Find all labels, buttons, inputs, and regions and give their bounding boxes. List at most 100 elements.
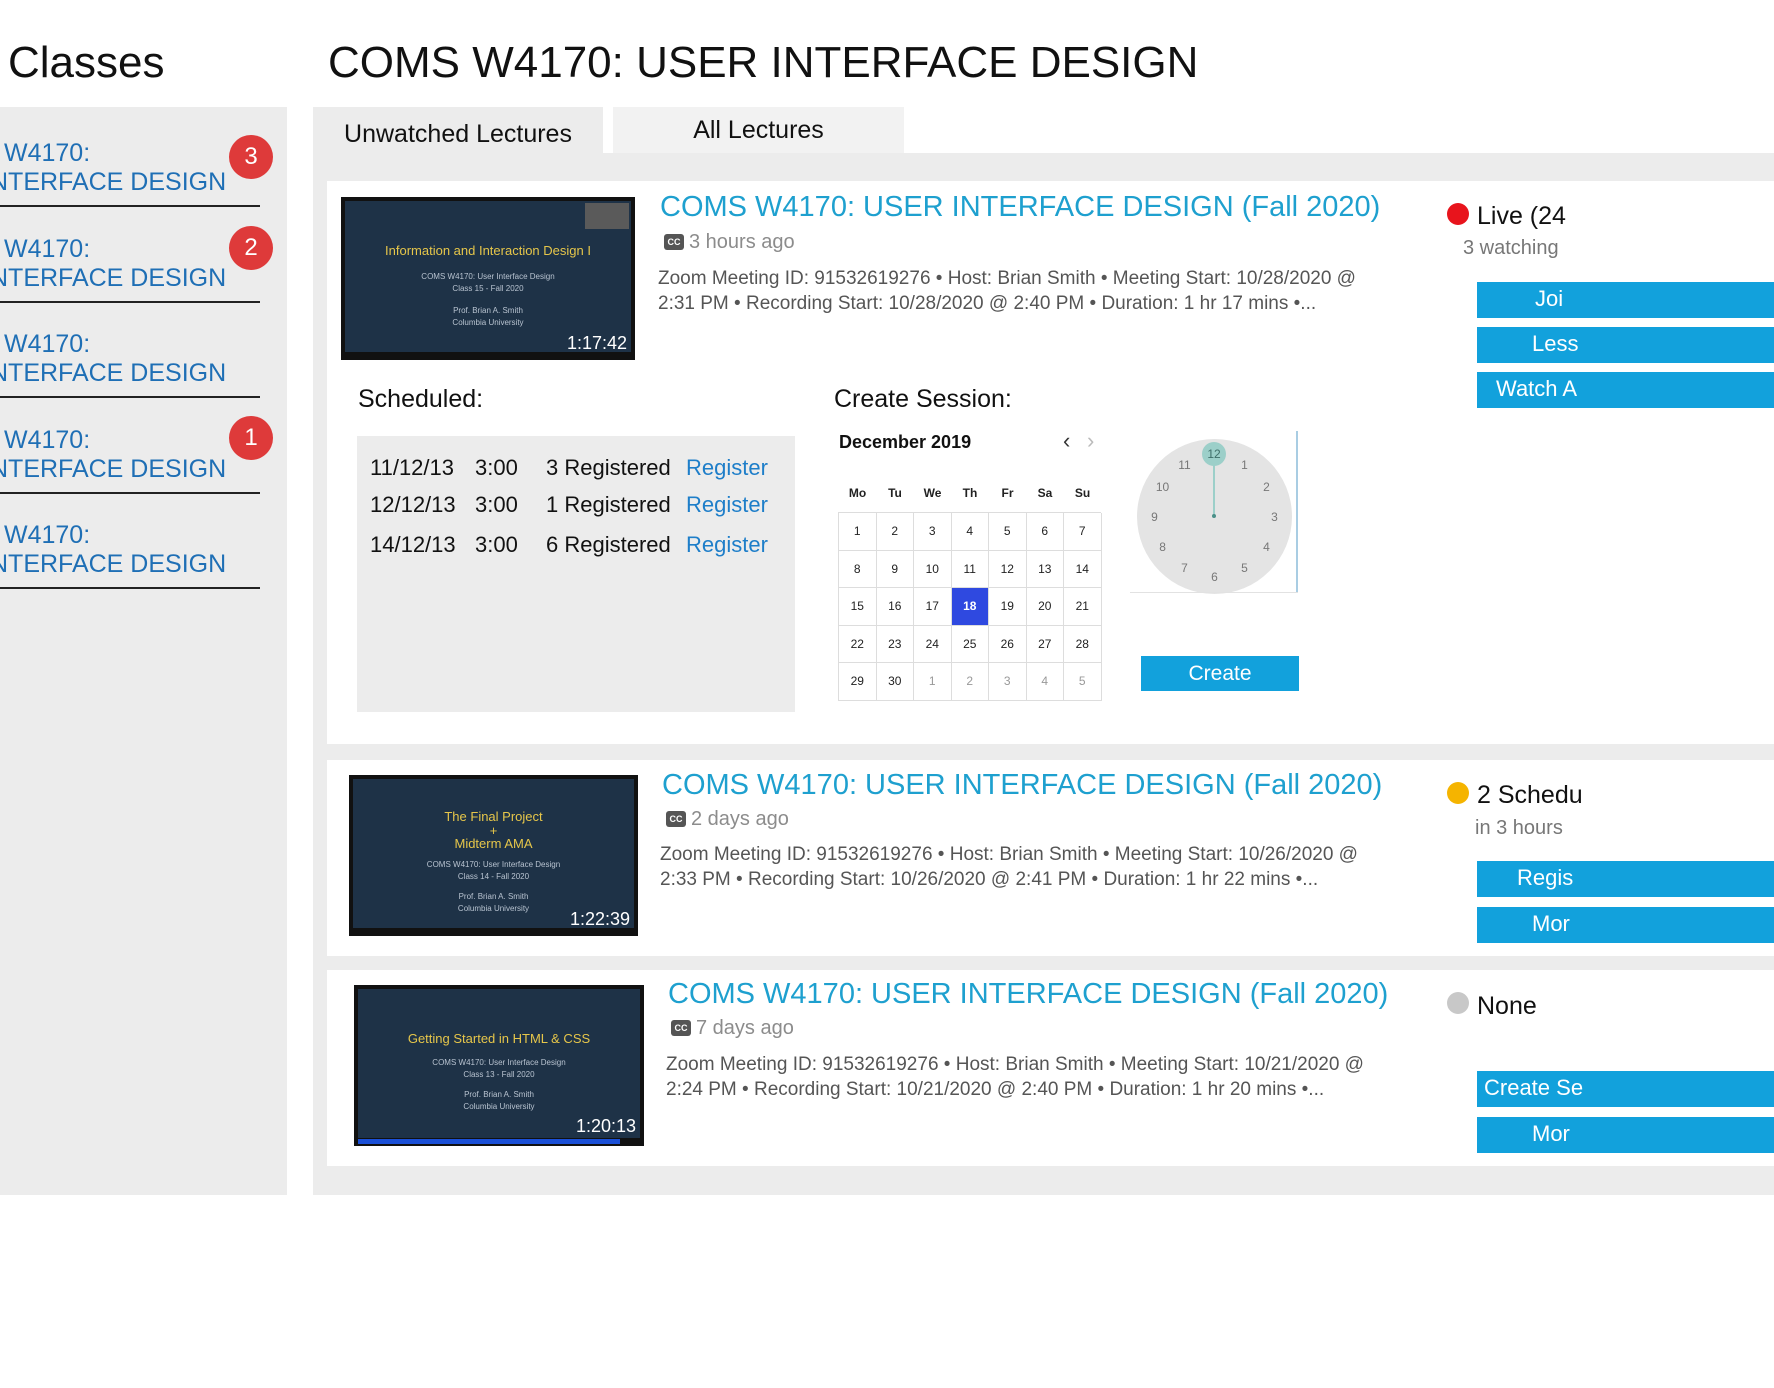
calendar-day-cell[interactable]: 7 [1064, 513, 1102, 551]
calendar-day-cell[interactable]: 4 [1026, 663, 1064, 701]
clock-hour-number[interactable]: 8 [1153, 539, 1173, 555]
calendar-day-cell[interactable]: 23 [876, 625, 914, 664]
slide-title: Getting Started in HTML & CSS [407, 1031, 591, 1046]
more-button[interactable]: Mor [1477, 907, 1774, 943]
more-button[interactable]: Mor [1477, 1117, 1774, 1153]
calendar-day-cell[interactable]: 4 [951, 513, 989, 551]
register-link[interactable]: Register [686, 455, 768, 481]
calendar-day-cell[interactable]: 14 [1064, 550, 1102, 589]
slide-subtitle: Columbia University [452, 318, 524, 327]
watch-button[interactable]: Watch A [1477, 372, 1774, 408]
lecture-meta-line: Zoom Meeting ID: 91532619276 • Host: Bri… [666, 1054, 1364, 1075]
calendar-day-cell[interactable]: 29 [839, 663, 877, 701]
class-item[interactable]: W4170: NTERFACE DESIGN [0, 493, 260, 589]
status-label: 2 Schedu [1477, 781, 1583, 809]
register-button[interactable]: Regis [1477, 861, 1774, 897]
create-session-button[interactable]: Create Se [1477, 1071, 1774, 1107]
lesson-button[interactable]: Less [1477, 327, 1774, 363]
slide-title: Midterm AMA [454, 836, 533, 851]
time-picker-scrollbar[interactable] [1296, 431, 1298, 593]
calendar-day-cell[interactable]: 27 [1026, 625, 1064, 664]
class-item[interactable]: W4170: NTERFACE DESIGN 2 [0, 207, 273, 303]
clock-hour-number[interactable]: 3 [1265, 509, 1285, 525]
register-link[interactable]: Register [686, 532, 768, 558]
slide-subtitle: Prof. Brian A. Smith [453, 306, 523, 315]
calendar-day-cell[interactable]: 5 [1064, 663, 1102, 701]
calendar-day-cell[interactable]: 3 [989, 663, 1027, 701]
clock-hour-number[interactable]: 1 [1235, 457, 1255, 473]
calendar-day-cell[interactable]: 24 [914, 625, 952, 664]
lecture-title-link[interactable]: COMS W4170: USER INTERFACE DESIGN (Fall … [660, 191, 1380, 224]
calendar-day-cell[interactable]: 17 [914, 588, 952, 626]
lecture-time-ago: 7 days ago [696, 1017, 794, 1039]
slide-subtitle: Class 14 - Fall 2020 [457, 872, 530, 881]
calendar-day-cell[interactable]: 2 [876, 513, 914, 551]
lecture-title-link[interactable]: COMS W4170: USER INTERFACE DESIGN (Fall … [662, 769, 1382, 802]
calendar-day-cell[interactable]: 6 [1026, 513, 1064, 551]
calendar-day-cell[interactable]: 22 [839, 625, 877, 664]
status-subtext: 3 watching [1463, 237, 1559, 259]
class-code: W4170: [4, 235, 91, 263]
slide-preview: Information and Interaction Design I COM… [345, 201, 631, 352]
video-duration: 1:17:42 [566, 333, 627, 353]
calendar-day-cell[interactable]: 3 [914, 513, 952, 551]
lecture-thumbnail[interactable]: Getting Started in HTML & CSS COMS W4170… [354, 985, 644, 1146]
lecture-time-ago: 2 days ago [691, 808, 789, 830]
class-code: W4170: [4, 139, 91, 167]
clock-hour-number[interactable]: 4 [1256, 539, 1276, 555]
calendar-day-cell[interactable]: 18 [951, 588, 989, 626]
session-time: 3:00 [475, 455, 518, 480]
calendar-day-cell[interactable]: 10 [914, 550, 952, 589]
calendar-day-cell[interactable]: 9 [876, 550, 914, 589]
lecture-thumbnail[interactable]: Information and Interaction Design I COM… [341, 197, 635, 360]
clock-hour-number[interactable]: 7 [1175, 560, 1195, 576]
scheduled-label: Scheduled: [358, 385, 484, 413]
calendar-day-cell[interactable]: 21 [1064, 588, 1102, 626]
calendar-day-cell[interactable]: 2 [951, 663, 989, 701]
create-session-button[interactable]: Create [1141, 656, 1299, 691]
calendar-day-cell[interactable]: 11 [951, 550, 989, 589]
clock-hour-number[interactable]: 5 [1235, 560, 1255, 576]
clock-hour-number[interactable]: 9 [1145, 509, 1165, 525]
register-link[interactable]: Register [686, 492, 768, 518]
calendar-next-month-icon[interactable]: › [1087, 430, 1094, 452]
clock-hour-number[interactable]: 10 [1153, 479, 1173, 495]
calendar-day-cell[interactable]: 20 [1026, 588, 1064, 626]
lecture-thumbnail[interactable]: The Final Project + Midterm AMA COMS W41… [349, 775, 638, 936]
create-session-label: Create Session: [834, 385, 1012, 413]
calendar-weekday-label: Su [1074, 486, 1091, 500]
calendar-day-cell[interactable]: 26 [989, 625, 1027, 664]
calendar-day-cell[interactable]: 12 [989, 550, 1027, 589]
scheduled-status-dot-icon [1447, 782, 1469, 804]
class-item[interactable]: W4170: NTERFACE DESIGN [0, 302, 260, 398]
calendar-day-cell[interactable]: 30 [876, 663, 914, 701]
tab-strip-underline [603, 153, 1774, 165]
slide-subtitle: Prof. Brian A. Smith [464, 1090, 534, 1099]
slide-subtitle: COMS W4170: User Interface Design [421, 272, 555, 281]
clock-hour-number[interactable]: 11 [1175, 457, 1195, 473]
calendar-day-cell[interactable]: 13 [1026, 550, 1064, 589]
unwatched-count-badge: 1 [229, 416, 273, 460]
class-item[interactable]: W4170: NTERFACE DESIGN 3 [0, 111, 273, 207]
calendar-day-cell[interactable]: 15 [839, 588, 877, 626]
lecture-title-link[interactable]: COMS W4170: USER INTERFACE DESIGN (Fall … [668, 978, 1388, 1011]
calendar-day-cell[interactable]: 19 [989, 588, 1027, 626]
calendar-day-cell[interactable]: 28 [1064, 625, 1102, 664]
calendar-day-cell[interactable]: 8 [839, 550, 877, 589]
calendar-prev-month-icon[interactable]: ‹ [1063, 430, 1070, 452]
calendar-day-cell[interactable]: 1 [839, 513, 877, 551]
clock-hour-number[interactable]: 2 [1256, 479, 1276, 495]
calendar-day-cell[interactable]: 5 [989, 513, 1027, 551]
tab-all-lectures[interactable]: All Lectures [613, 107, 904, 153]
class-item[interactable]: W4170: NTERFACE DESIGN 1 [0, 398, 273, 494]
calendar-day-cell[interactable]: 16 [876, 588, 914, 626]
lecture-meta-line: 2:24 PM • Recording Start: 10/21/2020 @ … [666, 1079, 1325, 1100]
clock-hour-number[interactable]: 6 [1205, 569, 1225, 585]
join-button[interactable]: Joi [1477, 282, 1774, 318]
tab-unwatched-lectures[interactable]: Unwatched Lectures [313, 107, 603, 165]
time-picker-clock[interactable]: 12 1 2 3 4 5 6 7 8 9 10 11 [1137, 439, 1292, 594]
clock-selected-hour[interactable]: 12 [1202, 442, 1226, 466]
calendar-weekday-label: Tu [888, 486, 902, 500]
calendar-day-cell[interactable]: 1 [914, 663, 952, 701]
calendar-day-cell[interactable]: 25 [951, 625, 989, 664]
